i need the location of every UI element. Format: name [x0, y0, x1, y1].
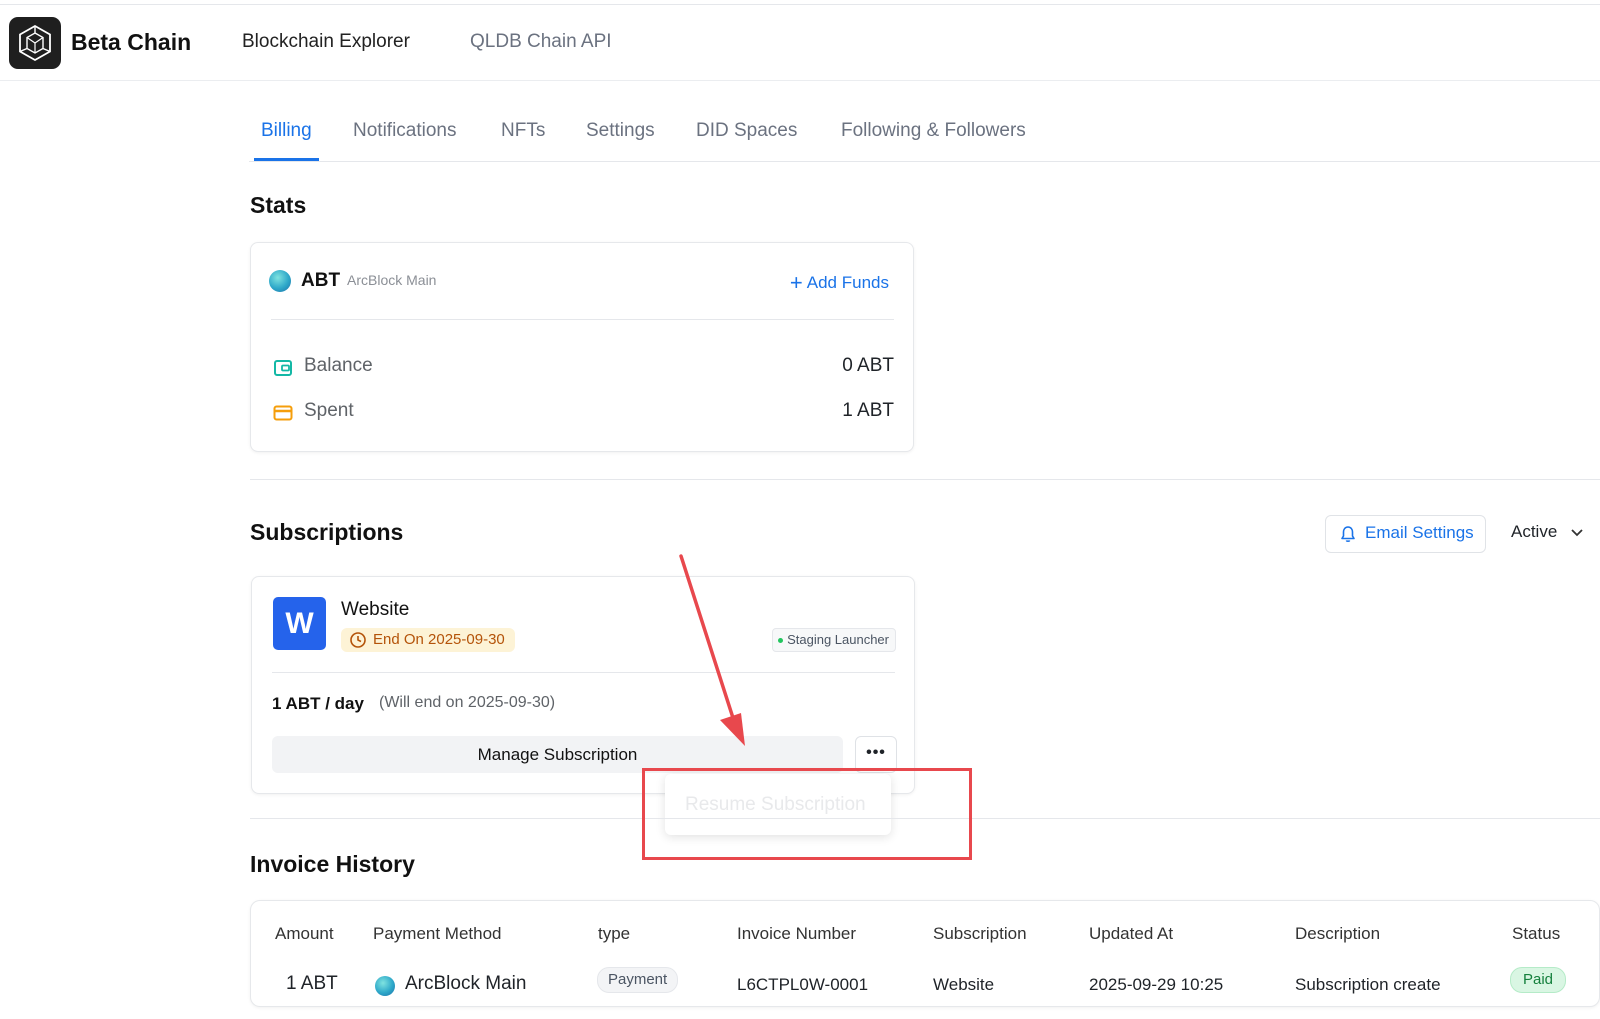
tab-did-spaces[interactable]: DID Spaces — [696, 120, 797, 142]
col-updated-at[interactable]: Updated At — [1089, 924, 1173, 944]
stat-row-spent: Spent 1 ABT — [271, 397, 894, 427]
add-funds-button[interactable]: + Add Funds — [790, 270, 889, 296]
tab-nfts[interactable]: NFTs — [501, 120, 545, 142]
app-badge-label: Staging Launcher — [787, 632, 889, 647]
plus-icon: + — [789, 270, 803, 295]
subscription-card: W Website End On 2025-09-30 Staging Laun… — [251, 576, 915, 794]
invoice-description: Subscription create — [1295, 975, 1441, 994]
col-status[interactable]: Status — [1512, 924, 1560, 944]
cube-logo-icon — [19, 24, 51, 62]
spent-label: Spent — [304, 400, 354, 421]
active-tab-indicator — [254, 158, 319, 161]
col-payment-method[interactable]: Payment Method — [373, 924, 502, 944]
app-badge: Staging Launcher — [772, 628, 896, 652]
balance-value: 0 ABT — [842, 355, 894, 376]
col-type[interactable]: type — [598, 924, 630, 944]
invoice-type-badge: Payment — [597, 967, 679, 993]
col-invoice-number[interactable]: Invoice Number — [737, 924, 856, 944]
stat-row-balance: Balance 0 ABT — [271, 352, 894, 382]
token-chain: ArcBlock Main — [347, 272, 437, 288]
end-date-text: End On 2025-09-30 — [373, 631, 505, 648]
wallet-icon — [274, 360, 292, 376]
stats-card: ABT ArcBlock Main + Add Funds Balance 0 A… — [250, 242, 914, 452]
invoice-updated-at: 2025-09-29 10:25 — [1089, 975, 1224, 994]
section-divider — [250, 479, 1600, 480]
invoice-number[interactable]: L6CTPL0W-0001 — [737, 975, 868, 995]
invoice-subscription[interactable]: Website — [933, 975, 994, 995]
subscription-divider — [272, 672, 895, 673]
annotation-highlight-box — [642, 768, 972, 860]
add-funds-label: Add Funds — [806, 273, 889, 292]
col-description[interactable]: Description — [1295, 924, 1380, 944]
balance-label: Balance — [304, 355, 373, 376]
email-settings-button[interactable]: Email Settings — [1325, 515, 1486, 553]
email-settings-label: Email Settings — [1365, 523, 1474, 542]
status-badge: Paid — [1510, 967, 1567, 993]
subscription-price: 1 ABT / day — [272, 694, 364, 713]
token-symbol: ABT — [301, 270, 341, 291]
subscription-avatar: W — [273, 597, 326, 650]
invoice-history-title: Invoice History — [250, 851, 415, 877]
col-amount[interactable]: Amount — [275, 924, 334, 944]
subscription-price-note: (Will end on 2025-09-30) — [379, 694, 556, 711]
subscription-name: Website — [341, 599, 410, 620]
tab-billing[interactable]: Billing — [261, 120, 312, 142]
invoice-payment-method: ArcBlock Main — [405, 973, 527, 994]
nav-blockchain-explorer[interactable]: Blockchain Explorer — [242, 31, 410, 53]
chevron-down-icon — [1571, 529, 1583, 537]
invoice-amount: 1 ABT — [286, 973, 338, 994]
app-header: Beta Chain Blockchain Explorer QLDB Chai… — [0, 5, 1600, 81]
arcblock-token-icon — [375, 976, 395, 996]
status-filter-dropdown[interactable]: Active — [1511, 522, 1583, 542]
stats-title: Stats — [250, 192, 307, 218]
end-date-badge: End On 2025-09-30 — [341, 628, 515, 652]
subscriptions-title: Subscriptions — [250, 519, 404, 545]
status-dot-icon — [778, 638, 784, 643]
stats-divider — [271, 319, 894, 320]
credit-card-icon — [273, 405, 293, 421]
clock-icon — [350, 632, 366, 648]
nav-qldb-chain-api[interactable]: QLDB Chain API — [470, 31, 612, 53]
bell-icon — [1341, 526, 1355, 543]
abt-token-icon — [269, 270, 291, 292]
spent-value: 1 ABT — [842, 400, 894, 421]
status-filter-value: Active — [1511, 522, 1558, 541]
tab-notifications[interactable]: Notifications — [353, 120, 457, 142]
tab-settings[interactable]: Settings — [586, 120, 655, 142]
app-logo[interactable] — [9, 17, 61, 69]
tab-bar: Billing Notifications NFTs Settings DID … — [249, 110, 1600, 162]
brand-name[interactable]: Beta Chain — [71, 29, 191, 56]
col-subscription[interactable]: Subscription — [933, 924, 1027, 944]
invoice-table: Amount Payment Method type Invoice Numbe… — [250, 900, 1600, 1007]
tab-following-followers[interactable]: Following & Followers — [841, 120, 1026, 142]
